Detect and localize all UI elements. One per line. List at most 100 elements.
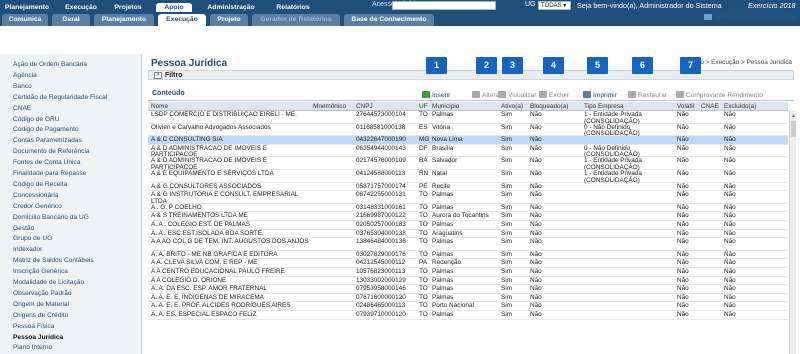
cell-Ativo(a): Sim [501,123,513,131]
sidebar-item[interactable]: Código de Pagamento [13,126,79,133]
table-row[interactable]: A & S TREINAMENTOS LTDA ME 21669987000122… [148,212,788,221]
table-row[interactable]: A. A. E. E. INDIGENAS DE MIRACEMA 0767160… [148,294,788,303]
sidebar-item[interactable]: Banco [13,83,32,90]
cell-Excluído(a): Não [724,136,736,144]
cell-CNPJ: 02050257000183 [356,221,406,228]
column-header[interactable]: UF [419,103,428,110]
column-header[interactable]: Ativo(a) [501,103,523,110]
table-row[interactable]: A. A. BRITO - ME NB GRAFICA E EDITORA 030… [148,251,788,260]
cell-Nome: A. A. DA ESC. ESP. AMOR FRATERNAL [151,285,267,293]
cell-Nome: A & E EQUIPAMENTO E SERVIÇOS LTDA [151,170,274,177]
cell-Nome: A A CENTRO EDUCACIONAL PAULO FREIRE [151,268,285,275]
sidebar-item[interactable]: Matriz de Saldos Contábeis [13,257,94,264]
sidebar-item[interactable]: Origem de Material [13,301,69,308]
table-row[interactable]: A & E EQUIPAMENTO E SERVIÇOS LTDA 0412458… [148,170,788,183]
scroll-thumb[interactable] [791,121,796,137]
expand-filter-icon[interactable]: > [154,72,162,79]
column-header[interactable]: CNPJ [356,103,373,110]
scroll-up-icon[interactable]: ▲ [791,113,796,119]
table-row[interactable]: A & D ADMINISTRACAO DE IMOVEIS E PARTICI… [148,145,788,158]
top-tab-execucao[interactable]: Execução [60,3,102,12]
table-row[interactable]: Olivieri e Carvalho Advogados Associados… [148,124,788,137]
sidebar-item[interactable]: Documento de Referência [13,148,90,155]
sidebar-item[interactable]: Indexador [13,246,42,253]
sidebar-item[interactable]: Credor Genérico [13,203,62,210]
column-header[interactable]: Excluído(a) [724,103,756,110]
sub-tab-geral[interactable]: Geral [52,14,90,26]
cell-Excluído(a): Não [724,302,736,310]
page-title: Pessoa Jurídica [151,58,228,69]
column-header[interactable]: Tipo Empresa [584,103,624,110]
sidebar-item[interactable]: Código de GRU [13,116,60,123]
table-row[interactable]: LSDP COMÉRCIO E DISTRIBUIÇÃO EIRELI - ME… [148,111,788,124]
sub-tab-projeto[interactable]: Projeto [210,14,248,26]
table-row[interactable]: A. A. DA ESC. ESP. AMOR FRATERNAL 0795395… [148,285,788,294]
cell-Bloqueado(a): Não [530,221,542,228]
table-row[interactable]: A . G. P COELHO 03148331000161 TO Palmas Sim… [148,204,788,213]
column-header[interactable]: Nome [151,103,168,110]
cell-Nome: A & S TREINAMENTOS LTDA ME [151,212,248,220]
table-row[interactable]: A. A. ES. ESPECIAL ESPACO FELIZ 079397100… [148,311,788,320]
sidebar-item[interactable]: Concessionária [13,192,58,199]
sidebar-item[interactable]: Agência [13,72,37,79]
sub-tab-comunica[interactable]: Comunica [2,14,48,26]
cell-Excluído(a): Não [724,238,736,246]
sidebar-item[interactable]: Finalidade para Repasse [13,170,86,177]
cell-Excluído(a): Não [724,285,736,293]
sidebar-item[interactable]: Contas Parametrizadas [13,137,82,144]
unread-messages[interactable]: 2640 mensagens não lidas [703,14,796,21]
table-row[interactable]: A A. CLEVA SILVA COM. E REP - ME 04212545… [148,259,788,268]
sidebar-item[interactable]: Modalidade de Licitação [13,279,84,286]
sidebar-item[interactable]: Inscrição Genérica [13,268,68,275]
table-row[interactable]: A & G INSTRUTORIA E CONSULT. EMPRESARIAL… [148,191,788,205]
quick-access-input[interactable] [392,1,496,10]
sidebar-item[interactable]: Certidão de Regularidade Fiscal [13,94,107,101]
cell-UF: TO [419,302,428,310]
sub-tab-execucao[interactable]: Execução [158,14,206,26]
top-tab-relatorios[interactable]: Relatórios [270,3,316,12]
table-scrollbar[interactable]: ▲ [789,111,796,354]
sidebar-item[interactable]: Pessoa Física [13,323,54,330]
sub-tab-base-conhecimento[interactable]: Base de Conhecimento [344,14,434,26]
table-row[interactable]: A & D ADMINISTRACAO DE IMOVEIS E PARTICI… [148,157,788,171]
column-header[interactable]: CNAE [701,103,719,110]
table-row[interactable]: A. A . COLEGIO EST. DE PALMAS 02050257000… [148,221,788,230]
column-header[interactable]: Município [432,103,459,110]
sidebar-item[interactable]: Observação Padrão [13,290,72,297]
table-row[interactable]: A A AO COL G DE TEM. INT. AUGUSTOS DOS A… [148,238,788,251]
cell-Excluído(a): Não [724,311,736,318]
sub-tab-planejamento[interactable]: Planejamento [94,14,154,26]
column-header[interactable]: Bloqueado(a) [530,103,568,110]
cell-CNPJ: 03765304000138 [356,229,406,237]
cell-Volátil: Não [677,182,689,190]
top-tab-administracao[interactable]: Administração [200,3,262,12]
sidebar-item[interactable]: CNAE [13,105,31,112]
sidebar-item[interactable]: Origens de Crédito [13,312,68,319]
ug-select[interactable]: TODAS ▾ [538,1,571,10]
action-0[interactable]: Inserir [422,91,450,99]
top-tab-apoio[interactable]: Apoio [156,3,192,12]
action-4[interactable]: Imprimir [583,91,617,99]
sidebar-item[interactable]: Plano Interno [13,344,52,351]
table-row[interactable]: A. A . ESC.EST.ISOLADA BOA SORTE. 0376530… [148,230,788,239]
table-row[interactable]: A A CENTRO EDUCACIONAL PAULO FREIRE 10576… [148,268,788,277]
column-header[interactable]: Mnemônico [313,103,346,110]
cell-Excluído(a): Não [724,221,736,228]
table-row[interactable]: A. A. E. E. PROF. ALCIDES RODRIGUES AIRE… [148,302,788,311]
sidebar-item[interactable]: Código de Receita [13,181,67,188]
sidebar-item[interactable]: Ação de Ordem Bancária [13,61,87,68]
sidebar-item[interactable]: Pessoa Jurídica [13,334,63,341]
sidebar-item[interactable]: Gestão [13,225,34,232]
cell-Bloqueado(a): Não [530,157,542,165]
column-header[interactable]: Volátil [677,103,694,110]
cell-Nome: A. A . COLEGIO EST. DE PALMAS [151,221,250,228]
cell-Bloqueado(a): Não [530,259,542,267]
top-tab-planejamento[interactable]: Planejamento [2,3,52,12]
table-row[interactable]: A & G CONSULTORES ASSOCIADOS 058717570001… [148,183,788,192]
sidebar-item[interactable]: Grupo de UG [13,235,52,242]
table-row[interactable]: A & C CONSULTING S/A 04322647000190 MG Nova… [148,136,788,145]
table-row[interactable]: A A COLEGIO D. ORIONE 13033002000129 TO Pal… [148,277,788,286]
sidebar-item[interactable]: Domicílio Bancário da UG [13,214,89,221]
top-tab-projetos[interactable]: Projetos [108,3,148,12]
sidebar-item[interactable]: Fontes de Conta Única [13,159,80,166]
